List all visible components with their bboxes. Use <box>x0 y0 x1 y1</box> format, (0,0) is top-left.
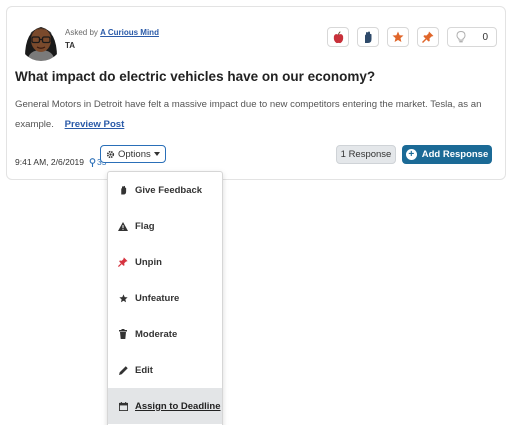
post-toolbar: 0 <box>327 27 497 47</box>
add-response-button[interactable]: + Add Response <box>402 145 492 164</box>
menu-item-label: Flag <box>135 220 155 232</box>
star-icon <box>392 31 404 42</box>
avatar[interactable] <box>19 17 63 61</box>
like-count: 0 <box>482 31 488 43</box>
menu-item-moderate[interactable]: Moderate <box>108 316 222 352</box>
menu-item-assign-to-deadline[interactable]: Assign to Deadline <box>108 388 222 424</box>
menu-item-label: Moderate <box>135 328 178 340</box>
views-icon <box>89 157 96 167</box>
raise-hand-button[interactable] <box>357 27 379 47</box>
gear-icon <box>106 150 115 158</box>
author-link[interactable]: A Curious Mind <box>100 28 159 37</box>
menu-item-label: Unfeature <box>135 292 180 304</box>
add-response-label: Add Response <box>421 149 489 160</box>
post-body: General Motors in Detroit have felt a ma… <box>15 95 485 135</box>
menu-item-edit[interactable]: Edit <box>108 352 222 388</box>
preview-post-link[interactable]: Preview Post <box>65 119 125 130</box>
hand-icon <box>117 185 129 195</box>
star-icon <box>117 293 129 303</box>
menu-item-unpin[interactable]: Unpin <box>108 244 222 280</box>
options-button[interactable]: Options <box>100 145 166 163</box>
menu-item-unfeature[interactable]: Unfeature <box>108 280 222 316</box>
menu-item-label: Give Feedback <box>135 184 203 196</box>
response-count-button[interactable]: 1 Response <box>336 145 396 164</box>
options-menu: Give Feedback Flag Unpin Unfeature Moder… <box>107 171 223 425</box>
menu-item-flag[interactable]: Flag <box>108 208 222 244</box>
menu-item-label: Unpin <box>135 256 162 268</box>
pin-icon <box>422 31 434 43</box>
menu-item-give-feedback[interactable]: Give Feedback <box>108 172 222 208</box>
post-timestamp: 9:41 AM, 2/6/2019 <box>15 157 84 167</box>
plus-circle-icon: + <box>405 149 417 160</box>
author-role: TA <box>65 41 76 50</box>
apple-icon <box>333 30 343 43</box>
menu-item-label: Assign to Deadline <box>135 400 221 412</box>
warning-icon <box>117 221 129 231</box>
caret-down-icon <box>153 152 160 156</box>
hand-icon <box>365 31 372 43</box>
idea-like-button[interactable]: 0 <box>447 27 497 47</box>
post-meta: 9:41 AM, 2/6/2019 35 <box>15 157 106 167</box>
lightbulb-icon <box>456 31 466 43</box>
trash-icon <box>117 329 129 339</box>
options-label: Options <box>118 148 151 160</box>
menu-item-label: Edit <box>135 364 153 376</box>
pencil-icon <box>117 365 129 375</box>
feature-button[interactable] <box>387 27 409 47</box>
pin-icon <box>117 257 129 267</box>
apple-button[interactable] <box>327 27 349 47</box>
post-title: What impact do electric vehicles have on… <box>15 69 376 84</box>
calendar-icon <box>117 401 129 411</box>
pin-button[interactable] <box>417 27 439 47</box>
asked-by-line: Asked by A Curious Mind <box>65 28 159 37</box>
asked-by-prefix: Asked by <box>65 28 98 37</box>
